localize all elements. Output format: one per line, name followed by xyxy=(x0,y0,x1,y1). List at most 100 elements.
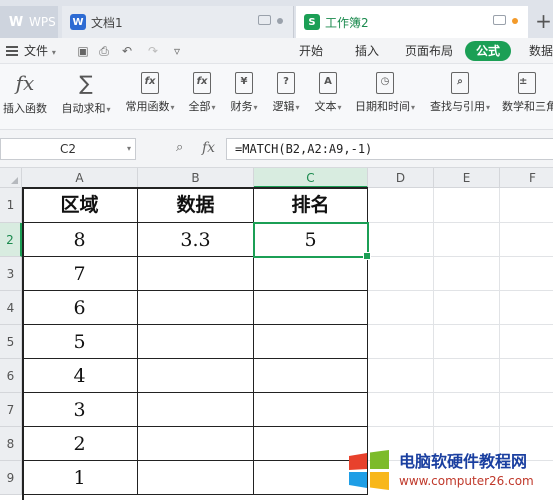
tab-insert[interactable]: 插入 xyxy=(350,38,384,64)
cell-a7[interactable]: 3 xyxy=(22,393,138,427)
tab-start[interactable]: 开始 xyxy=(294,38,328,64)
cell-c7[interactable] xyxy=(254,393,368,427)
text-functions-button[interactable]: A 文本▾ xyxy=(312,68,344,126)
tab-data[interactable]: 数据 xyxy=(524,38,553,64)
fx-icon[interactable]: fx xyxy=(202,139,218,157)
cell-a9[interactable]: 1 xyxy=(22,461,138,495)
cell-c5[interactable] xyxy=(254,325,368,359)
formula-input[interactable]: =MATCH(B2,A2:A9,-1) xyxy=(226,138,553,160)
cell-e7[interactable] xyxy=(434,393,500,427)
lookup-reference-button[interactable]: ⌕ 查找与引用▾ xyxy=(426,68,494,126)
cell-b5[interactable] xyxy=(138,325,254,359)
row-header-3[interactable]: 3 xyxy=(0,257,22,291)
cell-f1[interactable] xyxy=(500,188,553,223)
row-header-9[interactable]: 9 xyxy=(0,461,22,495)
cell-a8[interactable]: 2 xyxy=(22,427,138,461)
row-header-8[interactable]: 8 xyxy=(0,427,22,461)
cell-b1[interactable]: 数据 xyxy=(138,188,254,223)
cell-f7[interactable] xyxy=(500,393,553,427)
customize-chevron-icon[interactable]: ▿ xyxy=(170,44,184,58)
column-header-e[interactable]: E xyxy=(434,168,500,188)
financial-button[interactable]: ¥ 财务▾ xyxy=(228,68,260,126)
insert-function-label: 插入函数 xyxy=(3,102,47,115)
cell-a3[interactable]: 7 xyxy=(22,257,138,291)
chevron-down-icon: ▾ xyxy=(253,103,258,112)
undo-icon[interactable]: ↶ xyxy=(120,44,134,58)
cell-a4[interactable]: 6 xyxy=(22,291,138,325)
new-tab-plus-icon[interactable]: + xyxy=(534,8,553,36)
cell-d3[interactable] xyxy=(368,257,434,291)
cell-b7[interactable] xyxy=(138,393,254,427)
cell-e6[interactable] xyxy=(434,359,500,393)
all-functions-button[interactable]: fx 全部▾ xyxy=(186,68,218,126)
tab-workbook[interactable]: S 工作簿2 xyxy=(296,6,528,38)
hamburger-menu-icon[interactable] xyxy=(6,46,18,56)
row-header-7[interactable]: 7 xyxy=(0,393,22,427)
select-all-corner[interactable] xyxy=(0,168,22,188)
date-time-button[interactable]: ◷ 日期和时间▾ xyxy=(352,68,418,126)
cell-b8[interactable] xyxy=(138,427,254,461)
spreadsheet-icon: S xyxy=(304,14,320,30)
save-icon[interactable]: ▣ xyxy=(76,44,90,58)
cell-f5[interactable] xyxy=(500,325,553,359)
cell-c1[interactable]: 排名 xyxy=(254,188,368,223)
cell-e5[interactable] xyxy=(434,325,500,359)
chevron-down-icon[interactable]: ▾ xyxy=(127,139,131,159)
column-header-a[interactable]: A xyxy=(22,168,138,188)
tab-wps-home[interactable]: W WPS xyxy=(0,6,58,38)
logical-button[interactable]: ? 逻辑▾ xyxy=(270,68,302,126)
cell-f2[interactable] xyxy=(500,223,553,257)
print-icon[interactable]: ⎙ xyxy=(97,44,111,58)
tab-document[interactable]: W 文档1 xyxy=(62,6,294,38)
cell-d4[interactable] xyxy=(368,291,434,325)
row-header-1[interactable]: 1 xyxy=(0,188,22,223)
monitor-icon[interactable] xyxy=(258,15,271,25)
cell-a6[interactable]: 4 xyxy=(22,359,138,393)
cell-d1[interactable] xyxy=(368,188,434,223)
cell-b6[interactable] xyxy=(138,359,254,393)
cell-f6[interactable] xyxy=(500,359,553,393)
common-functions-button[interactable]: fx 常用函数▾ xyxy=(122,68,178,126)
column-header-b[interactable]: B xyxy=(138,168,254,188)
row-header-6[interactable]: 6 xyxy=(0,359,22,393)
cell-d2[interactable] xyxy=(368,223,434,257)
insert-function-button[interactable]: fx 插入函数 xyxy=(0,68,50,126)
redo-icon[interactable]: ↷ xyxy=(146,44,160,58)
tab-formulas[interactable]: 公式 xyxy=(465,41,511,61)
cell-f4[interactable] xyxy=(500,291,553,325)
row-header-4[interactable]: 4 xyxy=(0,291,22,325)
row-header-5[interactable]: 5 xyxy=(0,325,22,359)
watermark-title: 电脑软硬件教程网 xyxy=(399,452,528,471)
cell-c2[interactable]: 5 xyxy=(254,223,368,257)
cell-e2[interactable] xyxy=(434,223,500,257)
cell-d7[interactable] xyxy=(368,393,434,427)
name-box[interactable]: C2 ▾ xyxy=(0,138,136,160)
cell-a5[interactable]: 5 xyxy=(22,325,138,359)
cell-e1[interactable] xyxy=(434,188,500,223)
cell-e4[interactable] xyxy=(434,291,500,325)
tab-page-layout[interactable]: 页面布局 xyxy=(400,38,458,64)
cell-f3[interactable] xyxy=(500,257,553,291)
cell-c6[interactable] xyxy=(254,359,368,393)
cell-d5[interactable] xyxy=(368,325,434,359)
cell-b2[interactable]: 3.3 xyxy=(138,223,254,257)
autosum-button[interactable]: ∑ 自动求和▾ xyxy=(58,68,114,126)
cell-e3[interactable] xyxy=(434,257,500,291)
monitor-icon[interactable] xyxy=(493,15,506,25)
cell-b3[interactable] xyxy=(138,257,254,291)
file-menu[interactable]: 文件 ▾ xyxy=(24,38,56,64)
cell-a2[interactable]: 8 xyxy=(22,223,138,257)
cell-c3[interactable] xyxy=(254,257,368,291)
cell-b9[interactable] xyxy=(138,461,254,495)
row-header-2[interactable]: 2 xyxy=(0,223,22,257)
cell-c4[interactable] xyxy=(254,291,368,325)
column-header-d[interactable]: D xyxy=(368,168,434,188)
cell-b4[interactable] xyxy=(138,291,254,325)
column-header-c[interactable]: C xyxy=(254,168,368,188)
chevron-down-icon: ▾ xyxy=(51,48,56,57)
cell-a1[interactable]: 区域 xyxy=(22,188,138,223)
column-header-f[interactable]: F xyxy=(500,168,553,188)
cell-d6[interactable] xyxy=(368,359,434,393)
zoom-search-icon[interactable]: ⌕ xyxy=(176,141,190,155)
math-trig-button[interactable]: ± 数学和三角 xyxy=(502,68,553,126)
